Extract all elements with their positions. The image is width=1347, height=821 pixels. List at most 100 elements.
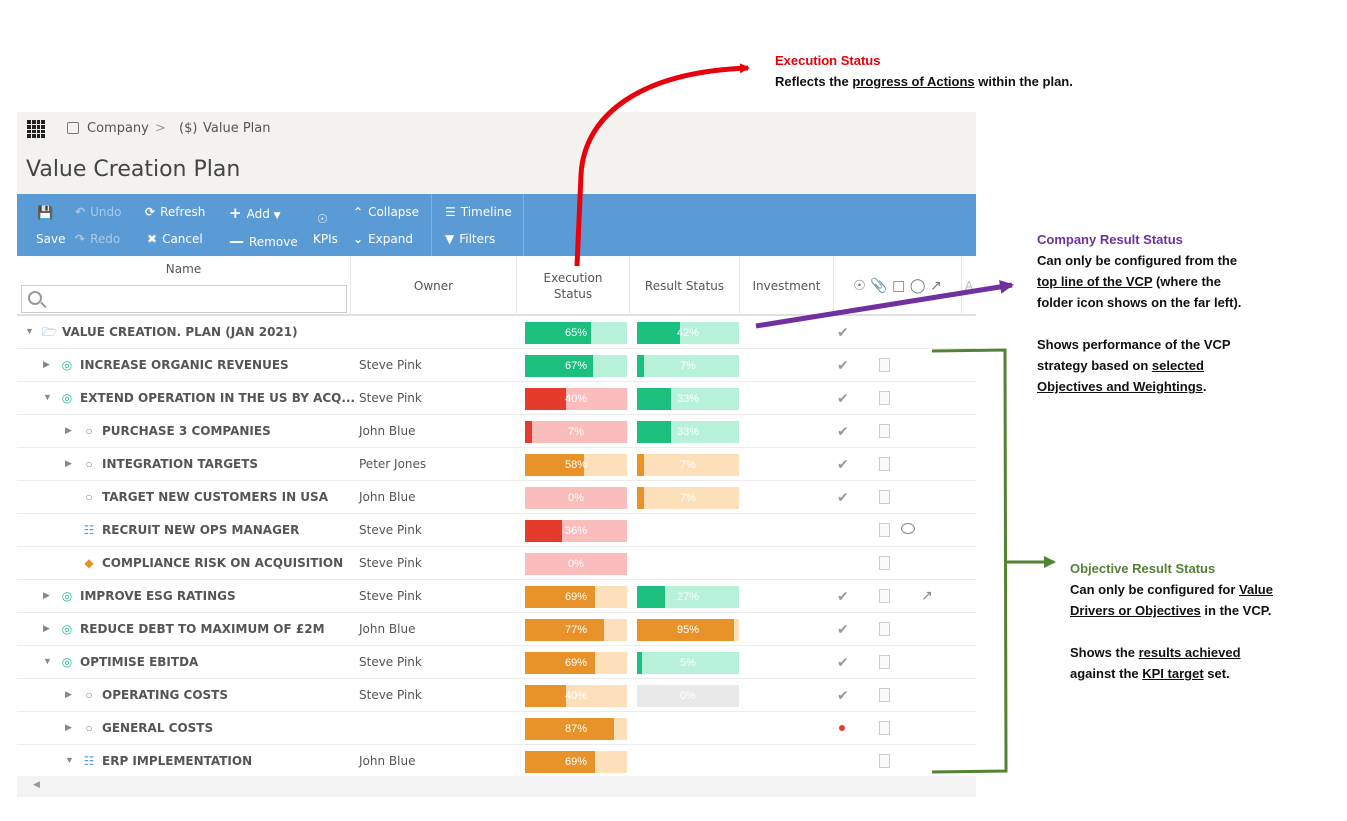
table-row[interactable]: ▼ ◎ EXTEND OPERATION IN THE US BY ACQ... St… [17,382,976,415]
document-icon[interactable] [879,391,890,405]
row-owner: John Blue [359,754,416,768]
row-name[interactable]: VALUE CREATION. PLAN (JAN 2021) [62,325,298,339]
remove-button[interactable]: — Remove [229,232,298,250]
breadcrumb-value-plan[interactable]: Value Plan [203,121,271,136]
timeline-icon: ☰ [445,205,456,219]
annotation-line: Reflects the progress of Actions within … [775,71,1073,92]
external-link-icon: ↗ [929,278,942,294]
row-name[interactable]: ERP IMPLEMENTATION [102,754,252,768]
expanded-arrow-icon[interactable]: ▼ [25,326,34,336]
document-icon[interactable] [879,589,890,603]
undo-button[interactable]: ↶ Undo [75,205,121,219]
row-name[interactable]: INCREASE ORGANIC REVENUES [80,358,289,372]
column-execution-status[interactable]: Execution Status [517,256,630,316]
table-row[interactable]: ▼ ☷ ERP IMPLEMENTATION John Blue 69% [17,745,976,776]
column-result-status[interactable]: Result Status [630,256,740,316]
document-icon[interactable] [879,358,890,372]
collapsed-arrow-icon[interactable]: ▶ [43,359,50,370]
table-row[interactable]: ▶ ○ GENERAL COSTS 87% [17,712,976,745]
collapsed-arrow-icon[interactable]: ▶ [65,722,72,733]
objective-circle-icon: ○ [85,688,93,702]
expand-button[interactable]: ⌄ Expand [353,232,413,246]
expanded-arrow-icon[interactable]: ▼ [43,656,52,666]
annotation-line: Shows the results achieved [1070,642,1273,663]
target-icon: ◎ [61,622,73,636]
collapsed-arrow-icon[interactable]: ▶ [65,458,72,469]
collapsed-arrow-icon[interactable]: ▶ [43,590,50,601]
horizontal-scrollbar[interactable]: ◀ [17,776,976,797]
table-row[interactable]: ▶ ○ OPERATING COSTS Steve Pink 40% 0% ✔ [17,679,976,712]
search-input[interactable] [21,285,347,313]
add-label: Add [246,207,270,221]
comment-icon[interactable] [901,523,915,534]
document-icon[interactable] [879,457,890,471]
row-name[interactable]: IMPROVE ESG RATINGS [80,589,236,603]
table-row[interactable]: ▶ ◎ REDUCE DEBT TO MAXIMUM OF £2M John Blue… [17,613,976,646]
table-row[interactable]: ▶ ◎ INCREASE ORGANIC REVENUES Steve Pink 67%… [17,349,976,382]
filters-button[interactable]: ▼ Filters [445,232,495,246]
table-row[interactable]: ▶ ◎ IMPROVE ESG RATINGS Steve Pink 69% 27% ✔ ↗ [17,580,976,613]
result-status-bar-label: 95% [676,624,700,636]
expand-label: Expand [368,232,413,246]
row-name[interactable]: TARGET NEW CUSTOMERS IN USA [102,490,328,504]
timeline-button[interactable]: ☰ Timeline [445,205,512,219]
collapse-button[interactable]: ⌃ Collapse [353,205,419,219]
document-icon[interactable] [879,754,890,768]
annotation-line: top line of the VCP (where the [1037,271,1241,292]
table-row[interactable]: ▼ ◎ OPTIMISE EBITDA Steve Pink 69% 5% ✔ [17,646,976,679]
row-name[interactable]: REDUCE DEBT TO MAXIMUM OF £2M [80,622,325,636]
document-icon[interactable] [879,556,890,570]
kpi-icon[interactable]: ☉ [317,212,328,226]
annotation-text: Value [1239,582,1273,597]
app-grid-icon[interactable] [27,120,45,138]
checkmark-icon: ✔ [837,654,849,670]
refresh-button[interactable]: ⟳ Refresh [145,205,205,219]
execution-status-bar-label: 67% [564,360,588,372]
save-button[interactable]: Save [36,232,65,246]
target-icon: ◎ [61,358,73,372]
column-owner[interactable]: Owner [351,256,517,316]
scroll-left-icon[interactable]: ◀ [33,779,40,790]
row-name[interactable]: RECRUIT NEW OPS MANAGER [102,523,299,537]
external-link-icon[interactable]: ↗ [921,587,933,604]
save-icon[interactable]: 💾 [37,206,53,221]
column-investment[interactable]: Investment [740,256,834,316]
redo-button[interactable]: ↷ Redo [75,232,120,246]
collapsed-arrow-icon[interactable]: ▶ [65,689,72,700]
document-icon[interactable] [879,688,890,702]
row-name[interactable]: OPTIMISE EBITDA [80,655,198,669]
execution-status-bar: 0% [525,553,627,575]
expanded-arrow-icon[interactable]: ▼ [65,755,74,765]
row-name[interactable]: OPERATING COSTS [102,688,228,702]
comment-icon: ◯ [909,278,926,294]
row-name[interactable]: GENERAL COSTS [102,721,213,735]
collapse-label: Collapse [368,205,420,219]
execution-status-bar: 67% [525,355,627,377]
table-row[interactable]: ▶ ○ PURCHASE 3 COMPANIES John Blue 7% 33% ✔ [17,415,976,448]
table-row[interactable]: ▼ 🗁 VALUE CREATION. PLAN (JAN 2021) 65% 42% ✔ [17,316,976,349]
table-row[interactable]: ▶ ○ INTEGRATION TARGETS Peter Jones 58% 7% ✔ [17,448,976,481]
document-icon[interactable] [879,655,890,669]
row-name[interactable]: INTEGRATION TARGETS [102,457,258,471]
document-icon[interactable] [879,424,890,438]
row-name[interactable]: PURCHASE 3 COMPANIES [102,424,271,438]
cancel-button[interactable]: ✖ Cancel [147,232,203,246]
table-row[interactable]: ☷ RECRUIT NEW OPS MANAGER Steve Pink 36% [17,514,976,547]
document-icon[interactable] [879,523,890,537]
refresh-icon: ⟳ [145,205,156,219]
row-name[interactable]: EXTEND OPERATION IN THE US BY ACQ... [80,391,355,405]
table-row[interactable]: ◆ COMPLIANCE RISK ON ACQUISITION Steve Pin… [17,547,976,580]
document-icon[interactable] [879,721,890,735]
execution-status-bar-label: 58% [564,459,588,471]
collapsed-arrow-icon[interactable]: ▶ [65,425,72,436]
row-name[interactable]: COMPLIANCE RISK ON ACQUISITION [102,556,343,570]
document-icon[interactable] [879,622,890,636]
table-row[interactable]: ○ TARGET NEW CUSTOMERS IN USA John Blue 0% 7… [17,481,976,514]
breadcrumb-company[interactable]: Company [87,121,149,136]
add-button[interactable]: + Add ▼ [229,204,281,222]
kpis-button[interactable]: KPIs [313,232,338,246]
page-title: Value Creation Plan [26,157,241,182]
expanded-arrow-icon[interactable]: ▼ [43,392,52,402]
document-icon[interactable] [879,490,890,504]
collapsed-arrow-icon[interactable]: ▶ [43,623,50,634]
